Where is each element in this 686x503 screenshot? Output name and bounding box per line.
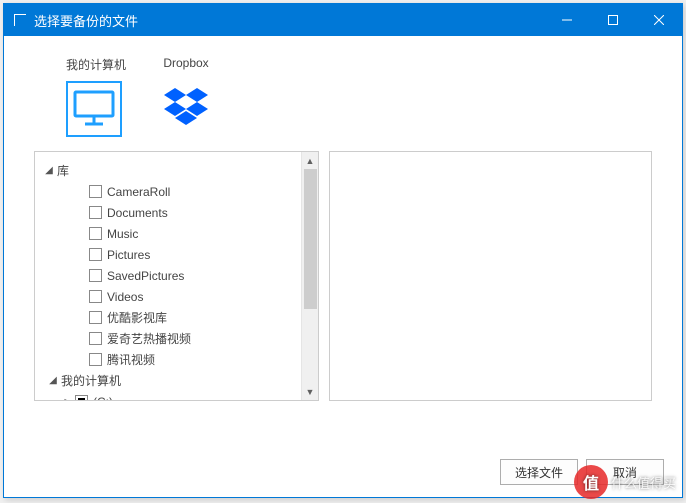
scrollbar-track[interactable] (302, 169, 319, 383)
tree-node-library[interactable]: ◢库 (39, 160, 297, 181)
checkbox[interactable] (75, 395, 88, 400)
tree-item-label: 爱奇艺热播视频 (107, 330, 191, 347)
source-dropbox[interactable]: Dropbox (158, 56, 214, 137)
tree-item-label: SavedPictures (107, 269, 184, 283)
tree-item-Documents[interactable]: Documents (39, 202, 297, 223)
tree-item-label: Music (107, 227, 138, 241)
window-controls (544, 4, 682, 36)
tree-item-label: 优酷影视库 (107, 309, 167, 326)
checkbox[interactable] (89, 185, 102, 198)
window-title: 选择要备份的文件 (34, 11, 544, 30)
dialog-window: 选择要备份的文件 我的计算机 (3, 3, 683, 498)
tree-item-Music[interactable]: Music (39, 223, 297, 244)
tree-item-腾讯视频[interactable]: 腾讯视频 (39, 349, 297, 370)
tree-node-computer[interactable]: ◢我的计算机 (39, 370, 297, 391)
checkbox[interactable] (89, 290, 102, 303)
close-icon (654, 15, 664, 25)
dropbox-icon (158, 78, 214, 134)
source-row: 我的计算机 Dropbox (66, 56, 652, 137)
tree-item-label: Videos (107, 290, 143, 304)
app-icon (14, 14, 26, 26)
vertical-scrollbar[interactable]: ▲ ▼ (301, 152, 318, 400)
tree-item-label: (C:) (93, 395, 113, 401)
close-button[interactable] (636, 4, 682, 36)
source-label: 我的计算机 (66, 56, 126, 73)
tree-item-label: Documents (107, 206, 168, 220)
checkbox[interactable] (89, 332, 102, 345)
minimize-button[interactable] (544, 4, 590, 36)
tree-item-drive[interactable]: ▹ (C:) (39, 391, 297, 400)
scroll-down-button[interactable]: ▼ (302, 383, 319, 400)
maximize-icon (608, 15, 618, 25)
tree-item-label: Pictures (107, 248, 150, 262)
checkbox[interactable] (89, 206, 102, 219)
source-label: Dropbox (158, 56, 214, 70)
tree-panel: ◢库CameraRollDocumentsMusicPicturesSavedP… (34, 151, 319, 401)
tree-item-Videos[interactable]: Videos (39, 286, 297, 307)
expander-icon: ▹ (61, 396, 73, 400)
dialog-footer: 选择文件 取消 (500, 459, 664, 485)
titlebar: 选择要备份的文件 (4, 4, 682, 36)
tree-view[interactable]: ◢库CameraRollDocumentsMusicPicturesSavedP… (35, 152, 301, 400)
scroll-up-button[interactable]: ▲ (302, 152, 319, 169)
checkbox[interactable] (89, 311, 102, 324)
monitor-icon (66, 81, 122, 137)
expander-icon: ◢ (47, 375, 59, 386)
checkbox[interactable] (89, 353, 102, 366)
maximize-button[interactable] (590, 4, 636, 36)
expander-icon: ◢ (43, 165, 55, 176)
tree-item-Pictures[interactable]: Pictures (39, 244, 297, 265)
tree-item-label: 腾讯视频 (107, 351, 155, 368)
checkbox[interactable] (89, 248, 102, 261)
tree-item-label: 库 (57, 162, 69, 179)
source-my-computer[interactable]: 我的计算机 (66, 56, 126, 137)
tree-item-爱奇艺热播视频[interactable]: 爱奇艺热播视频 (39, 328, 297, 349)
tree-item-SavedPictures[interactable]: SavedPictures (39, 265, 297, 286)
tree-item-label: CameraRoll (107, 185, 170, 199)
cancel-button[interactable]: 取消 (586, 459, 664, 485)
checkbox[interactable] (89, 269, 102, 282)
panels: ◢库CameraRollDocumentsMusicPicturesSavedP… (34, 151, 652, 401)
dialog-body: 我的计算机 Dropbox (4, 36, 682, 413)
tree-item-CameraRoll[interactable]: CameraRoll (39, 181, 297, 202)
preview-panel (329, 151, 652, 401)
tree-item-label: 我的计算机 (61, 372, 121, 389)
minimize-icon (562, 15, 572, 25)
tree-item-优酷影视库[interactable]: 优酷影视库 (39, 307, 297, 328)
checkbox[interactable] (89, 227, 102, 240)
scrollbar-thumb[interactable] (304, 169, 317, 309)
select-file-button[interactable]: 选择文件 (500, 459, 578, 485)
